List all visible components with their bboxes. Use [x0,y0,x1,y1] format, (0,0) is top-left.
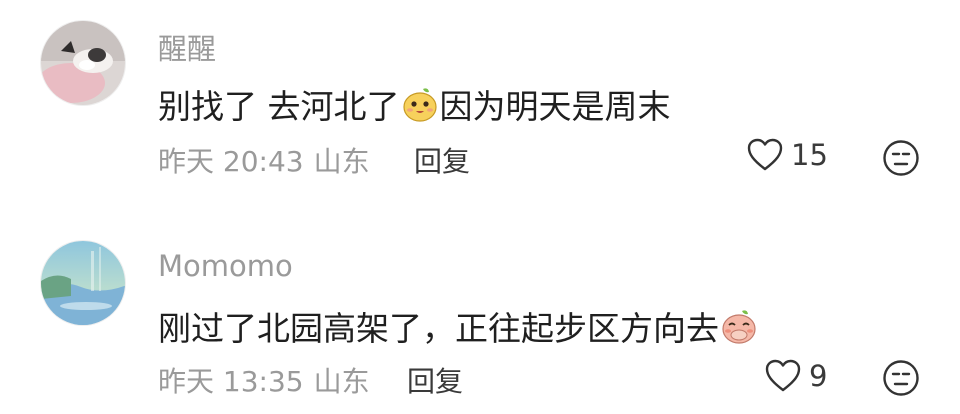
heart-icon [765,359,801,392]
location: 山东 [313,145,370,178]
dislike-button[interactable] [882,139,920,177]
comment-text: 别找了 去河北了 因为明天是周末 [158,80,671,128]
username[interactable]: 醒醒 [158,26,216,68]
comment-item: Momomo 刚过了北园高架了，正往起步区方向去 昨天 13:35 山东 回复 9 [0,222,960,414]
comment-meta: 昨天 13:35 山东 [158,360,370,400]
comment-text-part: 刚过了北园高架了，正往起步区方向去 [158,309,719,348]
neutral-face-icon [883,140,919,176]
comment-text-part: 因为明天是周末 [439,87,671,126]
comment-text: 刚过了北园高架了，正往起步区方向去 [158,302,759,350]
comment-text-part: 别找了 去河北了 [158,87,400,126]
dislike-button[interactable] [882,359,920,397]
comment-item: 醒醒 别找了 去河北了 因为明天是周末 昨天 20:43 山东 回复 15 [0,0,960,207]
covering-mouth-peach-emoji-icon [720,308,758,346]
avatar[interactable] [40,20,126,106]
avatar[interactable] [40,240,126,326]
location: 山东 [313,365,370,398]
timestamp: 昨天 13:35 [158,365,304,398]
reply-button[interactable]: 回复 [414,140,470,180]
like-button[interactable]: 15 [747,138,828,172]
timestamp: 昨天 20:43 [158,145,304,178]
smiling-peach-emoji-icon [401,86,439,124]
like-count: 15 [791,138,828,172]
like-button[interactable]: 9 [765,359,827,393]
heart-icon [747,138,783,171]
neutral-face-icon [883,360,919,396]
comment-meta: 昨天 20:43 山东 [158,140,370,180]
like-count: 9 [809,359,828,393]
reply-button[interactable]: 回复 [407,360,463,400]
username[interactable]: Momomo [158,249,293,283]
